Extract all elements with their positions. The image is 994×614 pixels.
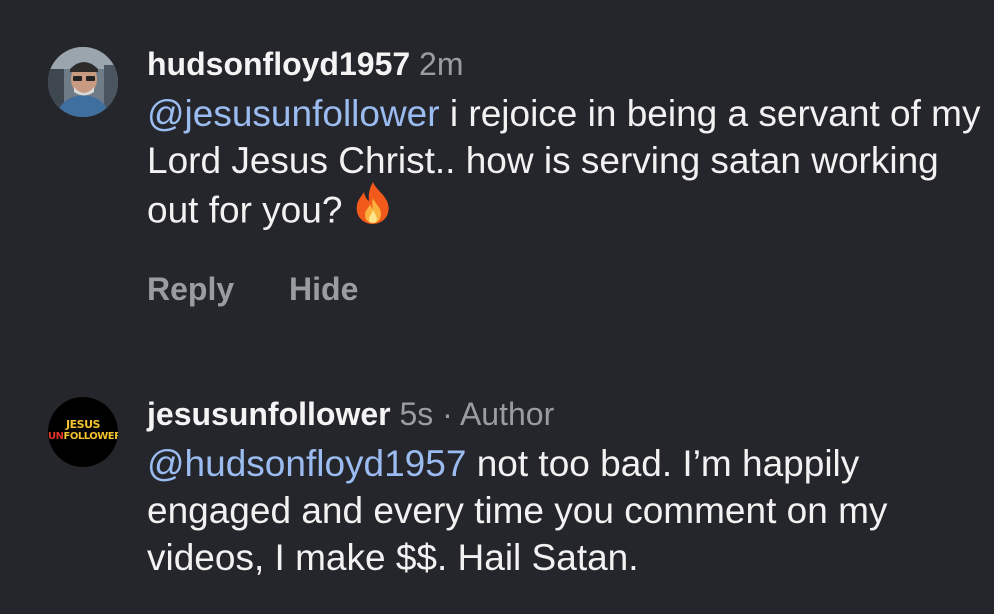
comment-body: @jesusunfollower i rejoice in being a se… xyxy=(147,90,986,241)
logo-text-jesus: JESUS xyxy=(66,418,100,431)
reply-button[interactable]: Reply xyxy=(147,271,234,307)
author-badge: Author xyxy=(459,396,555,432)
username[interactable]: hudsonfloyd1957 xyxy=(147,46,410,82)
hide-button[interactable]: Hide xyxy=(289,271,358,307)
logo-text-unfollower: UNFOLLOWER xyxy=(48,431,118,443)
avatar[interactable]: JESUS UNFOLLOWER xyxy=(48,397,118,467)
comment-header: jesusunfollower 5s · Author xyxy=(147,394,986,434)
separator-dot: · xyxy=(433,396,460,432)
comment-actions: Reply Hide xyxy=(147,271,986,308)
comment-header: hudsonfloyd1957 2m xyxy=(147,44,986,84)
mention-link[interactable]: @hudsonfloyd1957 xyxy=(147,443,466,484)
logo-text-un: UN xyxy=(48,431,64,442)
logo-text-follower: FOLLOWER xyxy=(63,431,119,442)
fire-icon xyxy=(352,180,394,237)
timestamp: 2m xyxy=(419,46,464,82)
username[interactable]: jesusunfollower xyxy=(147,396,391,432)
profile-photo-icon xyxy=(48,47,118,117)
avatar[interactable] xyxy=(48,47,118,117)
timestamp: 5s xyxy=(399,396,434,432)
comment-body: @hudsonfloyd1957 not too bad. I’m happil… xyxy=(147,440,986,581)
mention-link[interactable]: @jesusunfollower xyxy=(147,93,440,134)
